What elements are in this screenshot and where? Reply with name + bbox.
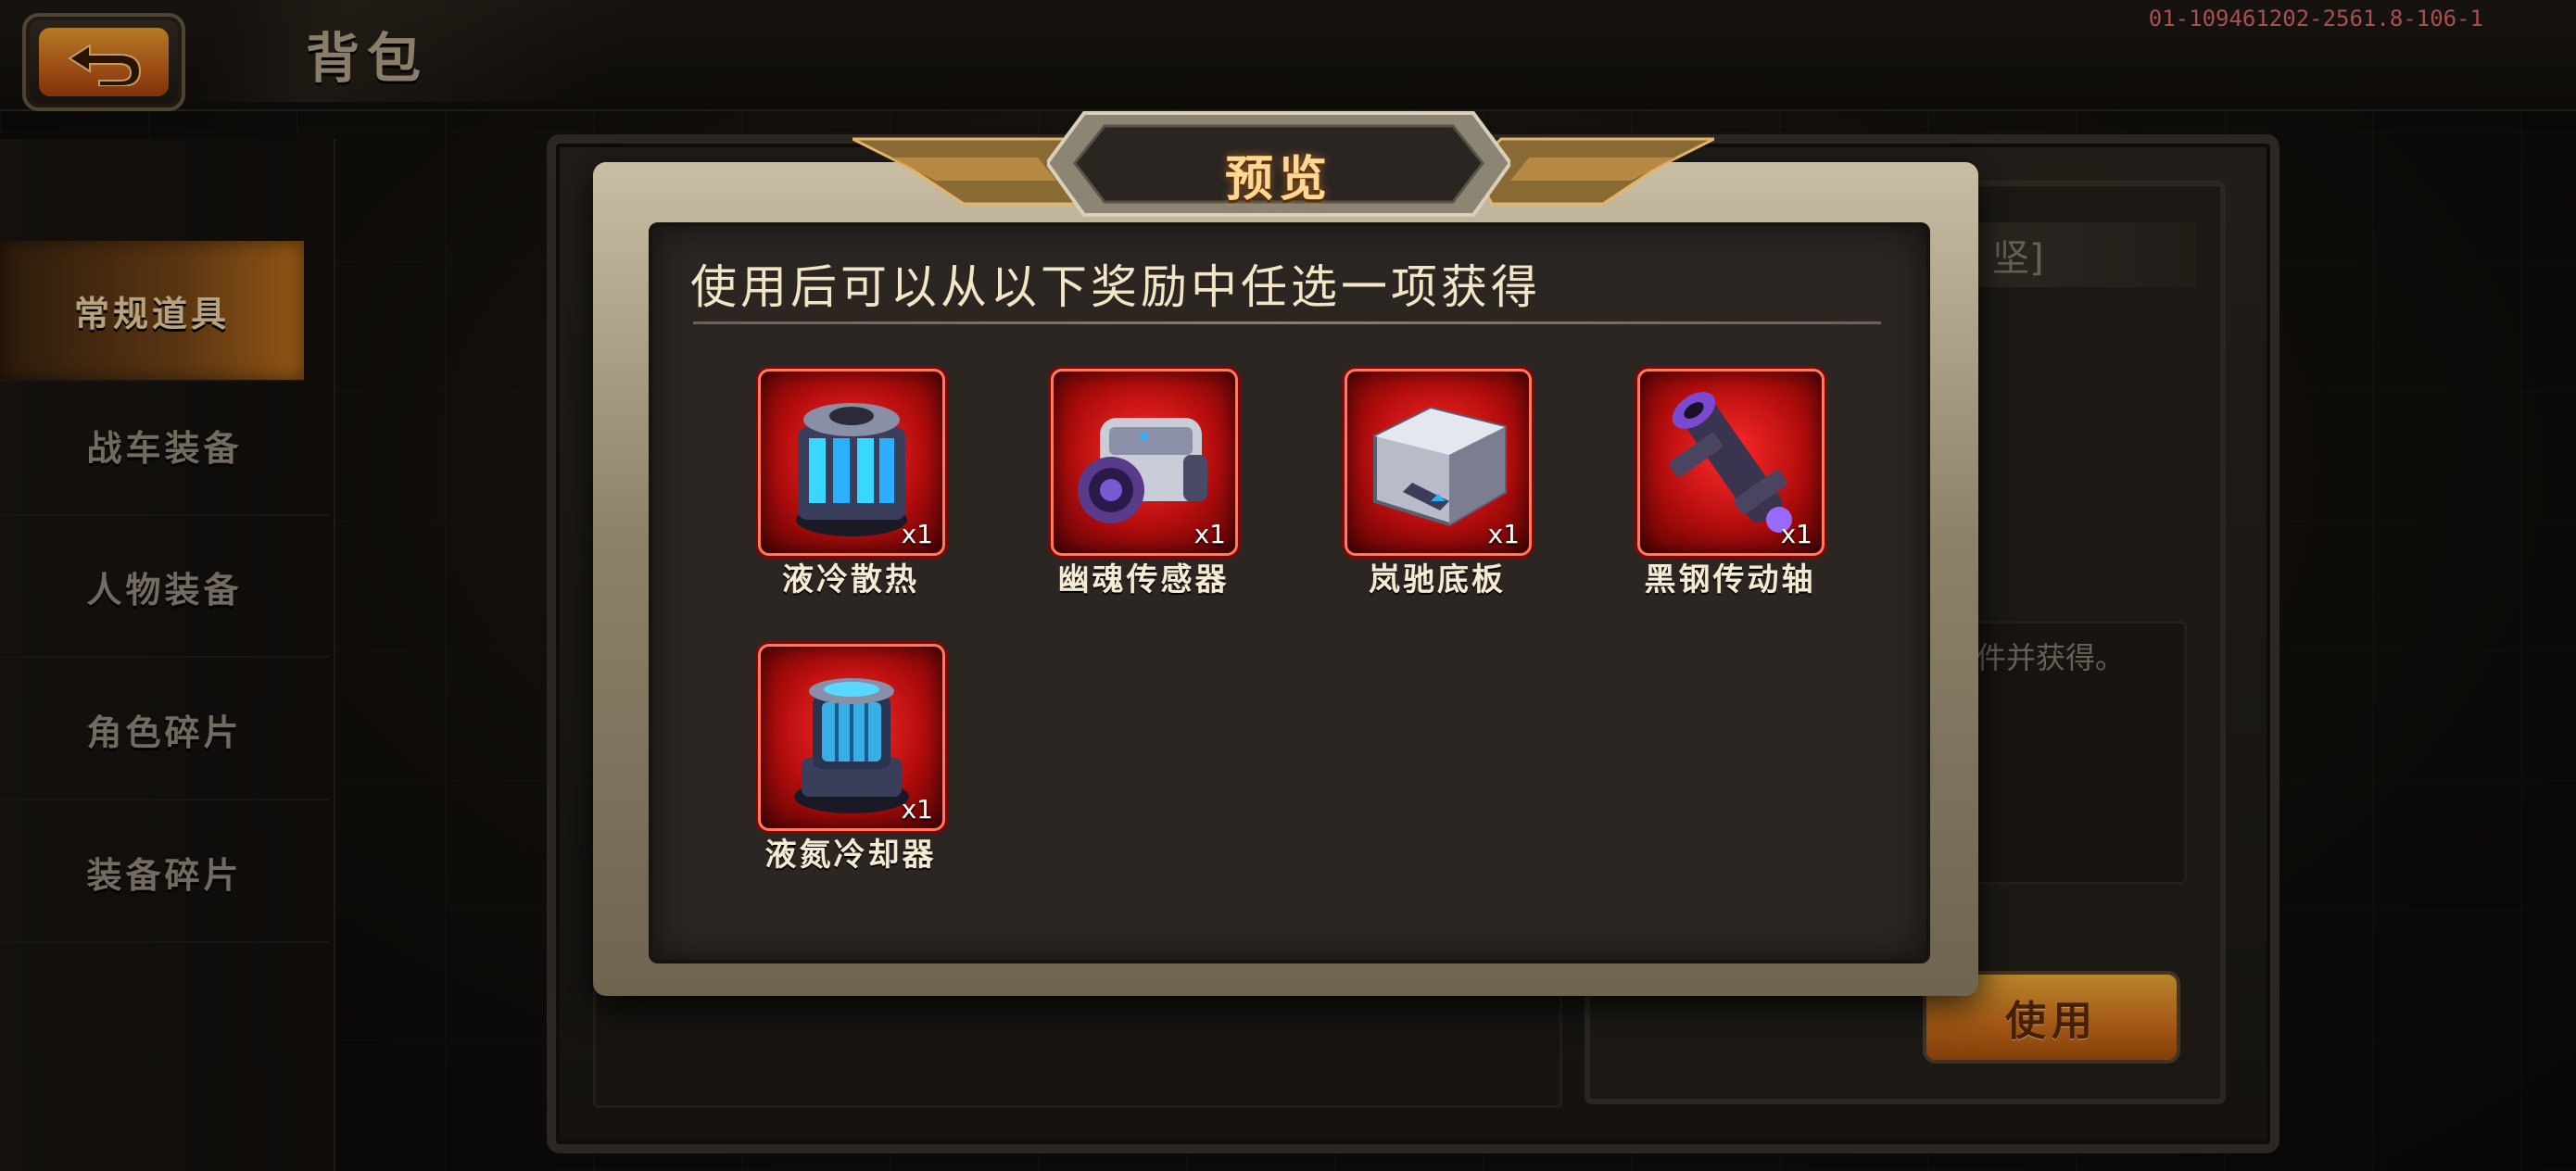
reward-frame[interactable]: x1 xyxy=(758,369,945,556)
reward-name: 液氮冷却器 xyxy=(764,837,937,874)
reward-frame[interactable]: x1 xyxy=(1345,369,1532,556)
reward-name: 幽魂传感器 xyxy=(1057,561,1230,598)
reward-count: x1 xyxy=(901,794,933,825)
reward-item[interactable]: x1 幽魂传感器 xyxy=(1051,369,1238,600)
reward-frame[interactable]: x1 xyxy=(1051,369,1238,556)
reward-item[interactable]: x1 岚驰底板 xyxy=(1345,369,1532,600)
reward-item[interactable]: x1 液冷散热 xyxy=(758,369,945,600)
reward-frame[interactable]: x1 xyxy=(758,644,945,831)
reward-name: 岚驰底板 xyxy=(1369,561,1506,598)
reward-count: x1 xyxy=(901,519,933,549)
modal-divider xyxy=(693,321,1881,324)
reward-name: 液冷散热 xyxy=(782,561,919,598)
modal-title: 预览 xyxy=(1224,151,1332,208)
reward-item[interactable]: x1 液氮冷却器 xyxy=(758,644,945,875)
reward-count: x1 xyxy=(1487,519,1520,549)
modal-subtitle: 使用后可以从以下奖励中任选一项获得 xyxy=(690,260,1541,314)
reward-item[interactable]: x1 黑钢传动轴 xyxy=(1637,369,1825,600)
reward-count: x1 xyxy=(1780,519,1812,549)
reward-count: x1 xyxy=(1193,519,1226,549)
reward-name: 黑钢传动轴 xyxy=(1644,561,1816,598)
reward-frame[interactable]: x1 xyxy=(1637,369,1825,556)
